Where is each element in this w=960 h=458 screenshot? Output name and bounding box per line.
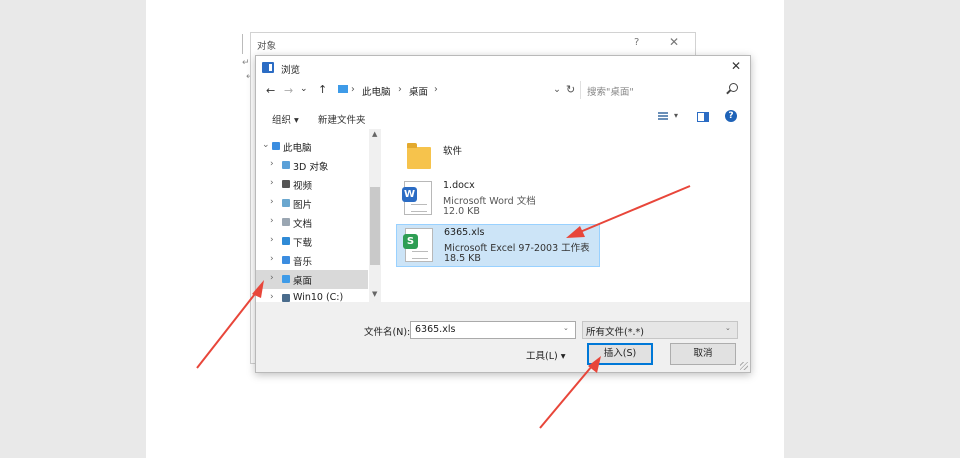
annotation-arrow <box>579 185 691 233</box>
annotation-arrowhead <box>588 356 601 373</box>
annotation-arrow <box>196 289 259 369</box>
annotation-arrows <box>196 185 691 429</box>
annotation-arrowhead <box>566 226 585 238</box>
annotation-arrow <box>539 365 593 429</box>
